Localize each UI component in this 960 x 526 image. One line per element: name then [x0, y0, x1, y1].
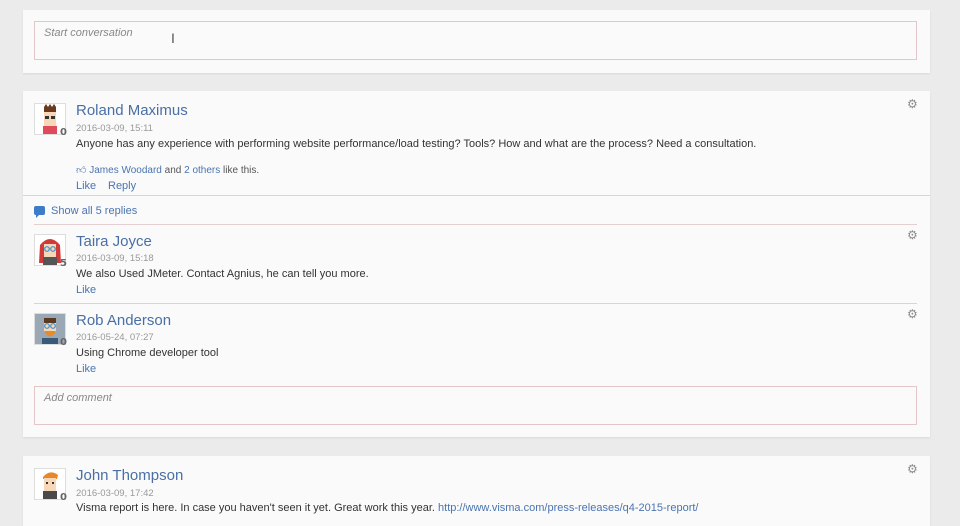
like-button[interactable]: Like — [76, 284, 96, 296]
like-button[interactable]: Like — [76, 180, 96, 192]
divider — [34, 303, 917, 304]
gear-icon[interactable]: ⚙ — [907, 463, 919, 475]
avatar[interactable]: 0 — [34, 468, 67, 503]
reply-date: 2016-05-24, 07:27 — [76, 332, 154, 343]
avatar-count: 0 — [60, 127, 67, 138]
others-link[interactable]: 2 others — [184, 165, 220, 176]
add-comment-placeholder: Add comment — [44, 392, 112, 404]
gear-icon[interactable]: ⚙ — [907, 98, 919, 110]
reply-date: 2016-03-09, 15:18 — [76, 253, 154, 264]
avatar-count: 5 — [60, 258, 67, 269]
post-author[interactable]: Roland Maximus — [76, 102, 188, 119]
show-replies-label: Show all 5 replies — [51, 205, 138, 217]
post-author[interactable]: John Thompson — [76, 467, 183, 484]
likes-summary: 👍︎ James Woodard and 2 others like this. — [76, 164, 259, 176]
avatar[interactable]: 0 — [34, 103, 67, 138]
likes-and: and — [164, 165, 182, 176]
reply-author[interactable]: Rob Anderson — [76, 312, 171, 329]
reply-author[interactable]: Taira Joyce — [76, 233, 152, 250]
reply-text: We also Used JMeter. Contact Agnius, he … — [76, 268, 369, 280]
start-conversation-placeholder: Start conversation — [44, 27, 133, 39]
post-text: Anyone has any experience with performin… — [76, 138, 757, 150]
avatar[interactable]: 0 — [34, 313, 67, 348]
avatar-count: 0 — [60, 492, 67, 503]
compose-card: Start conversation — [23, 10, 930, 73]
avatar[interactable]: 5 — [34, 234, 67, 269]
like-button[interactable]: Like — [76, 363, 96, 375]
divider — [34, 224, 917, 225]
show-replies-link[interactable]: Show all 5 replies — [34, 205, 138, 218]
comments-icon — [34, 206, 45, 218]
thumbs-up-icon: 👍︎ — [76, 165, 87, 176]
post-date: 2016-03-09, 17:42 — [76, 488, 154, 499]
add-comment-input[interactable]: Add comment — [34, 386, 917, 425]
text-cursor-icon: I — [171, 30, 175, 46]
divider — [23, 195, 930, 196]
post-card: ⚙ 0 John Thompson 2016-03-09, 17:42 Vism… — [23, 456, 930, 526]
post-date: 2016-03-09, 15:11 — [76, 123, 153, 134]
reply-button[interactable]: Reply — [108, 180, 136, 192]
reply-text: Using Chrome developer tool — [76, 347, 219, 359]
avatar-count: 0 — [60, 337, 67, 348]
post-card: ⚙ 0 Roland Maximus 2016-03-09, 15:11 Any… — [23, 91, 930, 437]
gear-icon[interactable]: ⚙ — [907, 308, 919, 320]
gear-icon[interactable]: ⚙ — [907, 229, 919, 241]
likes-suffix: like this. — [223, 165, 260, 176]
start-conversation-input[interactable]: Start conversation — [34, 21, 917, 60]
report-link[interactable]: http://www.visma.com/press-releases/q4-2… — [438, 502, 698, 514]
liker-link[interactable]: James Woodard — [89, 165, 162, 176]
post-text: Visma report is here. In case you haven'… — [76, 502, 698, 514]
post-text-prefix: Visma report is here. In case you haven'… — [76, 502, 435, 514]
